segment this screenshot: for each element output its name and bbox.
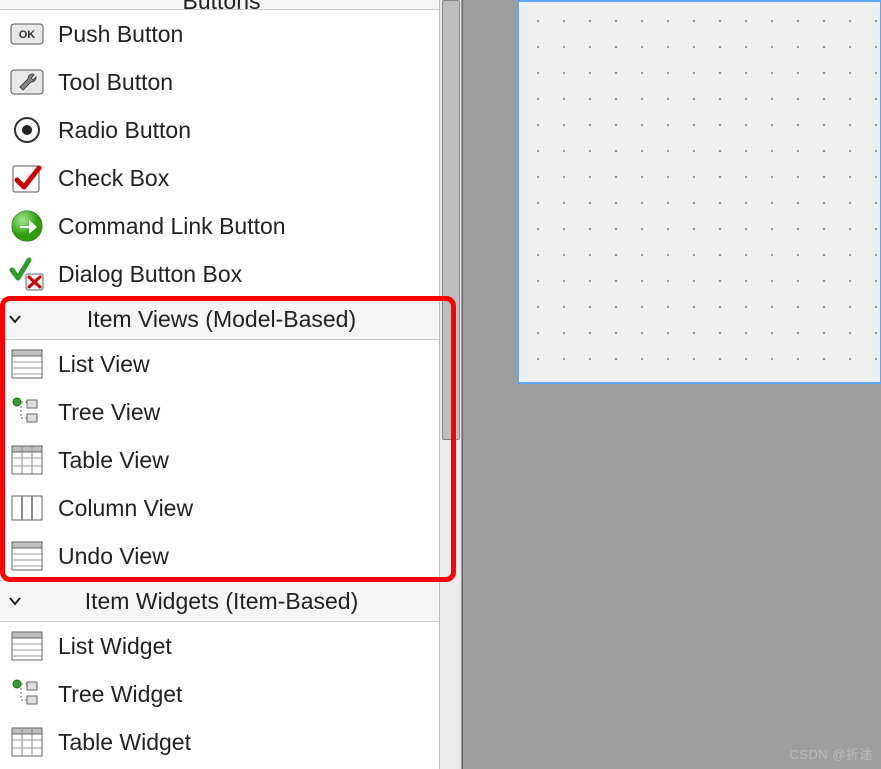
widget-tree-widget[interactable]: Tree Widget: [0, 670, 439, 718]
widget-undo-view[interactable]: Undo View: [0, 532, 439, 580]
category-title: Buttons: [26, 0, 439, 10]
widget-label: List Widget: [58, 633, 172, 660]
widget-label: Tree View: [58, 399, 160, 426]
widget-table-widget[interactable]: Table Widget: [0, 718, 439, 766]
widget-tree-view[interactable]: Tree View: [0, 388, 439, 436]
widget-label: Radio Button: [58, 117, 191, 144]
design-canvas-area: CSDN @折途: [462, 0, 881, 769]
svg-text:OK: OK: [19, 29, 36, 41]
widget-label: Tool Button: [58, 69, 173, 96]
widget-push-button[interactable]: OK Push Button: [0, 10, 439, 58]
scrollbar-track[interactable]: [439, 0, 461, 769]
widget-command-link-button[interactable]: Command Link Button: [0, 202, 439, 250]
widget-list-widget[interactable]: List Widget: [0, 622, 439, 670]
scrollbar-thumb[interactable]: [442, 0, 460, 440]
form-canvas[interactable]: [517, 0, 881, 384]
widget-label: Undo View: [58, 543, 169, 570]
widget-label: Command Link Button: [58, 213, 286, 240]
widget-radio-button[interactable]: Radio Button: [0, 106, 439, 154]
chevron-down-icon: [4, 312, 26, 326]
widget-label: Check Box: [58, 165, 169, 192]
check-x-icon: [8, 255, 46, 293]
widget-label: Column View: [58, 495, 193, 522]
widget-column-view[interactable]: Column View: [0, 484, 439, 532]
tree-icon: [8, 675, 46, 713]
widget-list-view[interactable]: List View: [0, 340, 439, 388]
category-title: Item Views (Model-Based): [26, 306, 439, 333]
arrow-circle-icon: [8, 207, 46, 245]
list-table-icon: [8, 537, 46, 575]
widget-table-view[interactable]: Table View: [0, 436, 439, 484]
widget-dialog-button-box[interactable]: Dialog Button Box: [0, 250, 439, 298]
widget-label: Table View: [58, 447, 169, 474]
watermark-text: CSDN @折途: [789, 744, 873, 763]
ok-button-icon: OK: [8, 15, 46, 53]
widget-check-box[interactable]: Check Box: [0, 154, 439, 202]
wrench-icon: [8, 63, 46, 101]
category-header-buttons[interactable]: Buttons: [0, 0, 439, 10]
widget-label: Tree Widget: [58, 681, 182, 708]
tree-icon: [8, 393, 46, 431]
widget-tool-button[interactable]: Tool Button: [0, 58, 439, 106]
widget-label: Table Widget: [58, 729, 191, 756]
category-header-item-widgets[interactable]: Item Widgets (Item-Based): [0, 580, 439, 622]
table-icon: [8, 441, 46, 479]
list-table-icon: [8, 627, 46, 665]
columns-icon: [8, 489, 46, 527]
radio-icon: [8, 111, 46, 149]
category-title: Item Widgets (Item-Based): [26, 588, 439, 615]
widget-box-panel: Buttons OK Push Button Tool Button Radio…: [0, 0, 462, 769]
category-header-item-views[interactable]: Item Views (Model-Based): [0, 298, 439, 340]
list-table-icon: [8, 345, 46, 383]
widget-label: Push Button: [58, 21, 183, 48]
widget-label: List View: [58, 351, 150, 378]
chevron-down-icon: [4, 594, 26, 608]
widget-label: Dialog Button Box: [58, 261, 242, 288]
table-icon: [8, 723, 46, 761]
checkbox-icon: [8, 159, 46, 197]
